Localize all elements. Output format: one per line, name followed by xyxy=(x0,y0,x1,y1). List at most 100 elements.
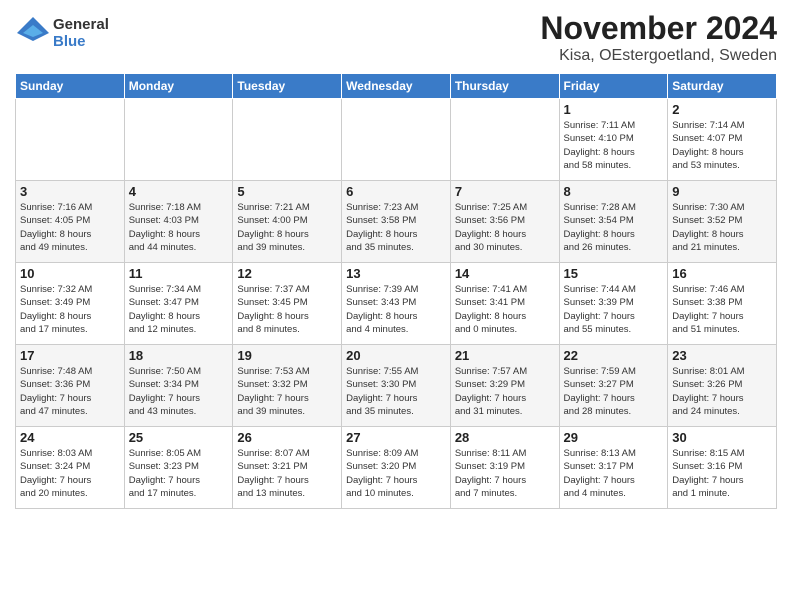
day-info: Sunrise: 7:18 AM Sunset: 4:03 PM Dayligh… xyxy=(129,201,229,254)
day-info: Sunrise: 7:48 AM Sunset: 3:36 PM Dayligh… xyxy=(20,365,120,418)
calendar-cell: 27Sunrise: 8:09 AM Sunset: 3:20 PM Dayli… xyxy=(342,427,451,509)
calendar-cell: 1Sunrise: 7:11 AM Sunset: 4:10 PM Daylig… xyxy=(559,99,668,181)
title-block: November 2024 Kisa, OEstergoetland, Swed… xyxy=(540,10,777,65)
day-info: Sunrise: 8:03 AM Sunset: 3:24 PM Dayligh… xyxy=(20,447,120,500)
day-info: Sunrise: 7:55 AM Sunset: 3:30 PM Dayligh… xyxy=(346,365,446,418)
day-number: 6 xyxy=(346,184,446,199)
month-title: November 2024 xyxy=(540,10,777,47)
calendar-cell: 28 Sunrise: 8:11 AM Sunset: 3:19 PM Dayli… xyxy=(450,427,559,509)
day-info: Sunrise: 7:16 AM Sunset: 4:05 PM Dayligh… xyxy=(20,201,120,254)
location-title: Kisa, OEstergoetland, Sweden xyxy=(540,47,777,65)
calendar-cell: 18Sunrise: 7:50 AM Sunset: 3:34 PM Dayli… xyxy=(124,345,233,427)
calendar-cell xyxy=(16,99,125,181)
calendar-cell: 22 Sunrise: 7:59 AM Sunset: 3:27 PM Dayli… xyxy=(559,345,668,427)
day-info: Sunrise: 8:15 AM Sunset: 3:16 PM Dayligh… xyxy=(672,447,772,500)
day-info: Sunrise: 7:53 AM Sunset: 3:32 PM Dayligh… xyxy=(237,365,337,418)
calendar-cell: 9 Sunrise: 7:30 AM Sunset: 3:52 PM Daylig… xyxy=(668,181,777,263)
weekday-header-tuesday: Tuesday xyxy=(233,74,342,99)
week-row-5: 24Sunrise: 8:03 AM Sunset: 3:24 PM Dayli… xyxy=(16,427,777,509)
day-number: 11 xyxy=(129,266,229,281)
calendar-cell: 19 Sunrise: 7:53 AM Sunset: 3:32 PM Dayli… xyxy=(233,345,342,427)
calendar-cell: 25Sunrise: 8:05 AM Sunset: 3:23 PM Dayli… xyxy=(124,427,233,509)
day-number: 22 xyxy=(564,348,664,363)
calendar-cell: 7 Sunrise: 7:25 AM Sunset: 3:56 PM Daylig… xyxy=(450,181,559,263)
calendar: SundayMondayTuesdayWednesdayThursdayFrid… xyxy=(15,73,777,509)
day-info: Sunrise: 7:28 AM Sunset: 3:54 PM Dayligh… xyxy=(564,201,664,254)
calendar-cell: 4 Sunrise: 7:18 AM Sunset: 4:03 PM Daylig… xyxy=(124,181,233,263)
day-number: 28 xyxy=(455,430,555,445)
calendar-cell xyxy=(342,99,451,181)
calendar-cell: 10Sunrise: 7:32 AM Sunset: 3:49 PM Dayli… xyxy=(16,263,125,345)
calendar-cell: 6 Sunrise: 7:23 AM Sunset: 3:58 PM Daylig… xyxy=(342,181,451,263)
day-number: 16 xyxy=(672,266,772,281)
logo-text: General Blue xyxy=(53,16,109,50)
calendar-cell: 29 Sunrise: 8:13 AM Sunset: 3:17 PM Dayli… xyxy=(559,427,668,509)
day-number: 13 xyxy=(346,266,446,281)
calendar-cell: 16 Sunrise: 7:46 AM Sunset: 3:38 PM Dayli… xyxy=(668,263,777,345)
day-info: Sunrise: 8:13 AM Sunset: 3:17 PM Dayligh… xyxy=(564,447,664,500)
calendar-cell: 20Sunrise: 7:55 AM Sunset: 3:30 PM Dayli… xyxy=(342,345,451,427)
calendar-cell: 3Sunrise: 7:16 AM Sunset: 4:05 PM Daylig… xyxy=(16,181,125,263)
weekday-header-thursday: Thursday xyxy=(450,74,559,99)
weekday-header-friday: Friday xyxy=(559,74,668,99)
day-info: Sunrise: 8:09 AM Sunset: 3:20 PM Dayligh… xyxy=(346,447,446,500)
logo: General Blue xyxy=(15,15,109,51)
calendar-cell xyxy=(450,99,559,181)
day-info: Sunrise: 7:25 AM Sunset: 3:56 PM Dayligh… xyxy=(455,201,555,254)
calendar-cell: 8 Sunrise: 7:28 AM Sunset: 3:54 PM Daylig… xyxy=(559,181,668,263)
calendar-cell: 5Sunrise: 7:21 AM Sunset: 4:00 PM Daylig… xyxy=(233,181,342,263)
day-number: 26 xyxy=(237,430,337,445)
calendar-cell: 11 Sunrise: 7:34 AM Sunset: 3:47 PM Dayli… xyxy=(124,263,233,345)
weekday-header-sunday: Sunday xyxy=(16,74,125,99)
weekday-header-saturday: Saturday xyxy=(668,74,777,99)
day-number: 21 xyxy=(455,348,555,363)
day-number: 8 xyxy=(564,184,664,199)
day-info: Sunrise: 8:11 AM Sunset: 3:19 PM Dayligh… xyxy=(455,447,555,500)
day-info: Sunrise: 7:14 AM Sunset: 4:07 PM Dayligh… xyxy=(672,119,772,172)
calendar-cell: 26 Sunrise: 8:07 AM Sunset: 3:21 PM Dayli… xyxy=(233,427,342,509)
day-number: 5 xyxy=(237,184,337,199)
day-number: 23 xyxy=(672,348,772,363)
day-number: 18 xyxy=(129,348,229,363)
day-number: 2 xyxy=(672,102,772,117)
weekday-header-monday: Monday xyxy=(124,74,233,99)
header: General Blue November 2024 Kisa, OEsterg… xyxy=(15,10,777,65)
day-info: Sunrise: 7:44 AM Sunset: 3:39 PM Dayligh… xyxy=(564,283,664,336)
calendar-cell: 24Sunrise: 8:03 AM Sunset: 3:24 PM Dayli… xyxy=(16,427,125,509)
logo-icon xyxy=(15,15,51,51)
calendar-cell: 17 Sunrise: 7:48 AM Sunset: 3:36 PM Dayli… xyxy=(16,345,125,427)
day-number: 30 xyxy=(672,430,772,445)
week-row-3: 10Sunrise: 7:32 AM Sunset: 3:49 PM Dayli… xyxy=(16,263,777,345)
calendar-cell: 30 Sunrise: 8:15 AM Sunset: 3:16 PM Dayli… xyxy=(668,427,777,509)
day-info: Sunrise: 7:32 AM Sunset: 3:49 PM Dayligh… xyxy=(20,283,120,336)
day-number: 4 xyxy=(129,184,229,199)
week-row-4: 17 Sunrise: 7:48 AM Sunset: 3:36 PM Dayli… xyxy=(16,345,777,427)
day-info: Sunrise: 8:07 AM Sunset: 3:21 PM Dayligh… xyxy=(237,447,337,500)
day-info: Sunrise: 8:01 AM Sunset: 3:26 PM Dayligh… xyxy=(672,365,772,418)
calendar-cell: 23 Sunrise: 8:01 AM Sunset: 3:26 PM Dayli… xyxy=(668,345,777,427)
calendar-cell: 14Sunrise: 7:41 AM Sunset: 3:41 PM Dayli… xyxy=(450,263,559,345)
day-number: 7 xyxy=(455,184,555,199)
day-info: Sunrise: 7:23 AM Sunset: 3:58 PM Dayligh… xyxy=(346,201,446,254)
calendar-cell: 2 Sunrise: 7:14 AM Sunset: 4:07 PM Daylig… xyxy=(668,99,777,181)
day-info: Sunrise: 7:30 AM Sunset: 3:52 PM Dayligh… xyxy=(672,201,772,254)
day-number: 15 xyxy=(564,266,664,281)
day-number: 12 xyxy=(237,266,337,281)
weekday-header-wednesday: Wednesday xyxy=(342,74,451,99)
day-number: 25 xyxy=(129,430,229,445)
day-number: 19 xyxy=(237,348,337,363)
calendar-cell xyxy=(233,99,342,181)
day-info: Sunrise: 7:34 AM Sunset: 3:47 PM Dayligh… xyxy=(129,283,229,336)
weekday-header-row: SundayMondayTuesdayWednesdayThursdayFrid… xyxy=(16,74,777,99)
page: General Blue November 2024 Kisa, OEsterg… xyxy=(0,0,792,612)
day-number: 17 xyxy=(20,348,120,363)
calendar-cell: 21Sunrise: 7:57 AM Sunset: 3:29 PM Dayli… xyxy=(450,345,559,427)
day-info: Sunrise: 7:59 AM Sunset: 3:27 PM Dayligh… xyxy=(564,365,664,418)
day-number: 29 xyxy=(564,430,664,445)
day-number: 14 xyxy=(455,266,555,281)
day-info: Sunrise: 7:46 AM Sunset: 3:38 PM Dayligh… xyxy=(672,283,772,336)
day-info: Sunrise: 7:37 AM Sunset: 3:45 PM Dayligh… xyxy=(237,283,337,336)
day-number: 9 xyxy=(672,184,772,199)
week-row-2: 3Sunrise: 7:16 AM Sunset: 4:05 PM Daylig… xyxy=(16,181,777,263)
calendar-cell: 15 Sunrise: 7:44 AM Sunset: 3:39 PM Dayli… xyxy=(559,263,668,345)
